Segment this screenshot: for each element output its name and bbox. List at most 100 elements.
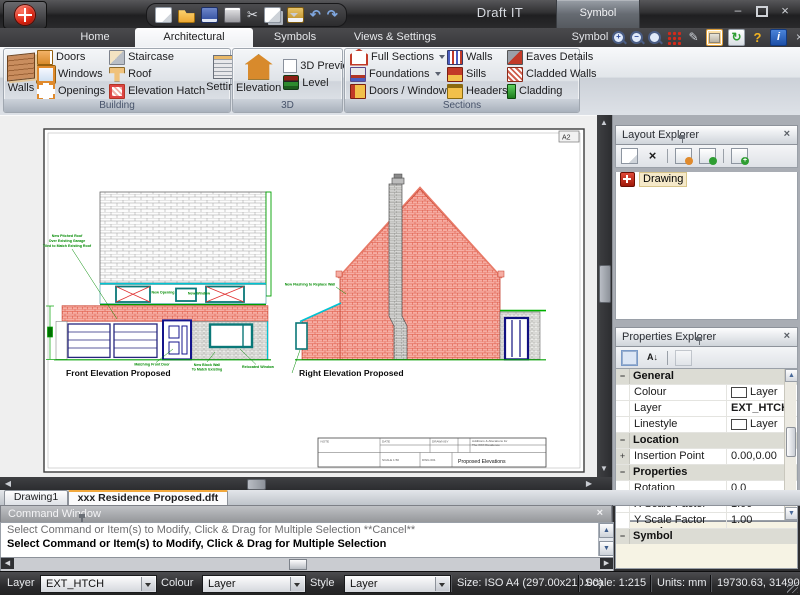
canvas-hscrollbar[interactable]: ◀ ▶ — [0, 477, 612, 490]
contextual-tab-group[interactable]: Symbol — [556, 0, 640, 29]
panel-close-icon[interactable]: × — [784, 129, 790, 139]
export-layout-icon[interactable] — [675, 148, 692, 164]
property-insertion-point[interactable]: +Insertion Point0.00,0.00 — [616, 449, 797, 465]
minimize-button[interactable]: – — [728, 4, 748, 18]
info-icon[interactable]: i — [770, 29, 787, 46]
style-dropdown[interactable]: Layer — [344, 575, 451, 593]
undo-icon[interactable]: ↶ — [310, 8, 321, 22]
command-history[interactable]: Select Command or Item(s) to Modify, Cli… — [0, 522, 614, 559]
cut-icon[interactable]: ✂ — [247, 8, 258, 22]
sills-button[interactable]: Sills — [445, 66, 505, 82]
property-y-scale[interactable]: Y Scale Factor1.00 — [616, 513, 797, 529]
scroll-up-arrow[interactable]: ▲ — [785, 369, 798, 382]
qat-overflow-caret[interactable] — [290, 13, 298, 17]
colour-dropdown[interactable]: Layer — [202, 575, 306, 593]
print-icon[interactable] — [224, 7, 241, 23]
scroll-left-arrow[interactable]: ◀ — [1, 558, 14, 569]
tab-symbols[interactable]: Symbols — [255, 28, 335, 47]
redo-icon[interactable]: ↷ — [327, 8, 338, 22]
close-button[interactable]: × — [775, 4, 795, 18]
zoom-extents-icon[interactable] — [648, 31, 661, 44]
category-properties[interactable]: −Properties — [616, 465, 797, 481]
copy-icon[interactable] — [264, 7, 281, 23]
layout-explorer-titlebar[interactable]: Layout Explorer × — [615, 125, 798, 145]
scroll-down-arrow[interactable]: ▼ — [597, 462, 611, 476]
sketch-icon[interactable]: ✎ — [686, 30, 701, 45]
property-layer[interactable]: LayerEXT_HTCH — [616, 401, 797, 417]
dropdown-arrow-icon[interactable] — [435, 577, 449, 591]
open-icon[interactable] — [178, 7, 195, 23]
property-colour[interactable]: ColourLayer — [616, 385, 797, 401]
categorized-view-icon[interactable] — [621, 350, 638, 366]
close-ribbon-icon[interactable]: × — [792, 30, 800, 45]
cladding-button[interactable]: Cladding — [505, 83, 577, 99]
layer-dropdown[interactable]: EXT_HTCH — [40, 575, 157, 593]
command-hscrollbar[interactable]: ◀ ▶ — [0, 557, 614, 572]
zoom-in-icon[interactable]: + — [612, 31, 625, 44]
insert-layout-icon[interactable]: + — [731, 148, 748, 164]
snap-grid-icon[interactable] — [666, 30, 681, 45]
category-symbol[interactable]: −Symbol — [616, 529, 797, 544]
elevation-button[interactable]: Elevation — [236, 50, 281, 98]
vscroll-thumb[interactable] — [599, 265, 611, 303]
pin-icon[interactable] — [678, 135, 686, 143]
scroll-right-arrow[interactable]: ▶ — [600, 558, 613, 569]
foundations-button[interactable]: Foundations — [348, 66, 445, 82]
layout-item-drawing[interactable]: Drawing — [620, 172, 797, 187]
resize-grip[interactable] — [787, 582, 798, 593]
scroll-right-arrow[interactable]: ▶ — [582, 477, 596, 491]
hscroll-thumb[interactable] — [247, 479, 266, 490]
command-hscroll-thumb[interactable] — [289, 559, 307, 570]
dropdown-arrow-icon[interactable] — [141, 577, 155, 591]
refresh-layout-icon[interactable] — [699, 148, 716, 164]
properties-explorer-titlebar[interactable]: Properties Explorer × — [615, 327, 798, 347]
drawing-view-icon[interactable] — [706, 29, 723, 46]
command-vscrollbar[interactable]: ▲ ▼ — [598, 523, 613, 556]
canvas-vscrollbar[interactable]: ▲ ▼ — [597, 115, 612, 477]
panel-close-icon[interactable]: × — [597, 508, 603, 518]
properties-toolbar: A↓ — [615, 347, 798, 369]
full-sections-button[interactable]: Full Sections — [348, 49, 445, 65]
scroll-up-arrow[interactable]: ▲ — [599, 523, 614, 538]
openings-button[interactable]: Openings — [35, 83, 107, 99]
pin-icon[interactable] — [78, 514, 86, 522]
tab-architectural[interactable]: Architectural — [135, 28, 253, 47]
drawing-svg[interactable]: A2 — [0, 116, 597, 478]
section-walls-button[interactable]: Walls — [445, 49, 505, 65]
doors-button[interactable]: Doors — [35, 49, 107, 65]
properties-scroll-thumb[interactable] — [786, 427, 796, 457]
headers-button[interactable]: Headers — [445, 83, 505, 99]
doc-tab-drawing1[interactable]: Drawing1 — [4, 490, 68, 506]
scroll-down-arrow[interactable]: ▼ — [785, 507, 798, 520]
new-layout-icon[interactable] — [621, 148, 638, 164]
category-location[interactable]: −Location — [616, 433, 797, 449]
application-menu-button[interactable] — [3, 1, 47, 29]
doors-windows-button[interactable]: Doors / Windows — [348, 83, 445, 99]
scroll-left-arrow[interactable]: ◀ — [1, 477, 15, 491]
new-icon[interactable] — [155, 7, 172, 23]
drawing-canvas[interactable]: A2 — [0, 115, 597, 478]
walls-button[interactable]: Walls — [7, 50, 35, 98]
eaves-details-button[interactable]: Eaves Details — [505, 49, 577, 65]
category-general[interactable]: −General — [616, 369, 797, 385]
maximize-button[interactable] — [752, 4, 772, 18]
elevation-hatch-button[interactable]: Elevation Hatch — [107, 83, 206, 99]
pin-icon[interactable] — [695, 337, 703, 345]
delete-layout-icon[interactable]: × — [645, 149, 660, 163]
panel-close-icon[interactable]: × — [784, 331, 790, 341]
tab-home[interactable]: Home — [55, 28, 135, 47]
help-icon[interactable]: ? — [750, 30, 765, 45]
dropdown-arrow-icon[interactable] — [290, 577, 304, 591]
roof-button[interactable]: Roof — [107, 66, 206, 82]
sort-az-icon[interactable]: A↓ — [645, 351, 660, 365]
tab-views-settings[interactable]: Views & Settings — [335, 28, 455, 47]
windows-button[interactable]: Windows — [35, 66, 107, 82]
zoom-out-icon[interactable]: − — [630, 31, 643, 44]
save-icon[interactable] — [201, 7, 218, 23]
regenerate-icon[interactable]: ↻ — [728, 29, 745, 46]
staircase-button[interactable]: Staircase — [107, 49, 206, 65]
cladded-walls-button[interactable]: Cladded Walls — [505, 66, 577, 82]
scroll-down-arrow[interactable]: ▼ — [599, 541, 614, 556]
property-linestyle[interactable]: LinestyleLayer — [616, 417, 797, 433]
scroll-up-arrow[interactable]: ▲ — [597, 116, 611, 130]
